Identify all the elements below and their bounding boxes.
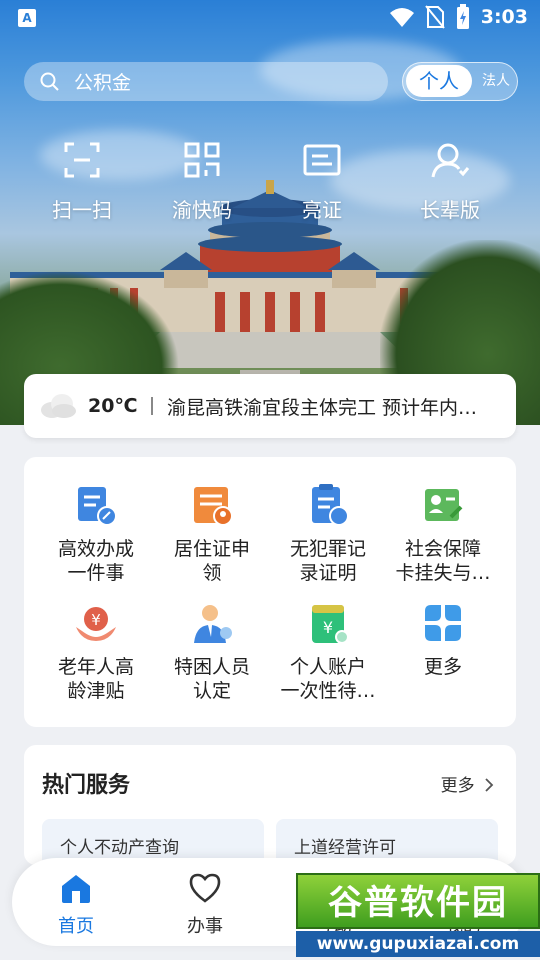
id-card-icon [303,144,341,176]
nav-label: 首页 [58,916,94,937]
no-criminal-record-icon [312,484,349,526]
service-residence-permit[interactable]: 居住证申领 [152,483,272,585]
watermark-url: www.gupuxiazai.com [296,931,540,957]
social-security-card-icon [425,489,463,521]
service-more[interactable]: 更多 [383,601,503,679]
qrcode-icon [184,142,220,178]
services-grid: 高效办成 一件事 居住证申领 无犯罪记 录证明 社会保障 卡挂失与… ¥ 老年人高 龄津… [24,457,516,727]
quick-action-qrcode[interactable]: 渝快码 [147,140,257,223]
hot-services-more-link[interactable]: 更多 [441,771,494,796]
battery-charging-icon [456,4,469,29]
service-social-security-card[interactable]: 社会保障 卡挂失与… [383,483,503,585]
nav-services[interactable]: 办事 [160,872,250,938]
quick-action-label: 长辈版 [420,198,480,222]
search-input[interactable]: 公积金 [24,62,388,101]
hot-services-card: 热门服务 更多 个人不动产查询 上道经营许可 [24,745,516,865]
cloudy-icon [41,394,76,418]
service-elderly-allowance[interactable]: ¥ 老年人高 龄津贴 [36,601,156,703]
nav-label: 办事 [187,916,223,937]
poverty-person-icon [194,605,232,643]
watermark-logo: 谷普软件园 www.gupuxiazai.com [296,873,540,957]
service-label: 高效办成 一件事 [57,538,134,584]
service-label: 更多 [423,656,462,678]
efficiency-icon [78,487,117,526]
divider [151,397,153,415]
clock: 3:03 [480,6,528,28]
search-icon [40,72,59,91]
service-label: 特困人员 认定 [173,656,250,702]
service-personal-account[interactable]: ¥ 个人账户 一次性待… [268,601,388,703]
status-bar: A 3:03 [0,0,540,36]
more-grid-icon [425,605,461,641]
service-label: 老年人高 龄津贴 [57,656,134,702]
service-efficiency[interactable]: 高效办成 一件事 [36,483,156,585]
segment-personal[interactable]: 个人 [406,65,472,97]
watermark-title: 谷普软件园 [296,873,540,929]
svg-text:¥: ¥ [91,611,101,629]
nav-home[interactable]: 首页 [31,872,121,938]
quick-action-scan[interactable]: 扫一扫 [27,140,137,223]
residence-permit-icon [194,487,233,526]
service-label: 社会保障 卡挂失与… [395,538,491,584]
quick-action-label: 亮证 [302,198,342,222]
service-no-criminal-record[interactable]: 无犯罪记 录证明 [268,483,388,585]
svg-text:¥: ¥ [323,618,333,637]
elderly-allowance-icon: ¥ [76,607,116,641]
app-notification-icon: A [18,9,36,27]
news-headline[interactable]: 渝昆高铁渝宜段主体完工 预计年内… [167,393,507,420]
scan-icon [64,142,100,178]
service-label: 无犯罪记 录证明 [289,538,366,584]
wifi-icon [389,8,414,27]
quick-action-show-id[interactable]: 亮证 [267,140,377,223]
quick-actions: 扫一扫 渝快码 亮证 长辈版 [0,140,540,230]
identity-switch[interactable]: 个人 法人 [402,62,518,101]
segment-legal-entity[interactable]: 法人 [477,65,515,97]
quick-action-elder-mode[interactable]: 长辈版 [395,140,505,223]
temperature: 20℃ [88,395,138,417]
quick-action-label: 渝快码 [172,198,232,222]
home-icon [62,875,90,903]
news-ticker[interactable]: 20℃ 渝昆高铁渝宜段主体完工 预计年内… [24,374,516,438]
no-sim-icon [424,5,445,29]
service-poverty-person[interactable]: 特困人员 认定 [152,601,272,703]
search-placeholder: 公积金 [74,72,132,94]
heart-icon [189,873,221,903]
service-label: 个人账户 一次性待… [280,656,376,702]
hot-services-title: 热门服务 [42,773,131,798]
elder-icon [431,143,470,178]
service-label: 居住证申领 [173,538,250,584]
quick-action-label: 扫一扫 [52,198,112,222]
personal-account-icon: ¥ [312,605,349,644]
chevron-right-icon [485,778,494,792]
